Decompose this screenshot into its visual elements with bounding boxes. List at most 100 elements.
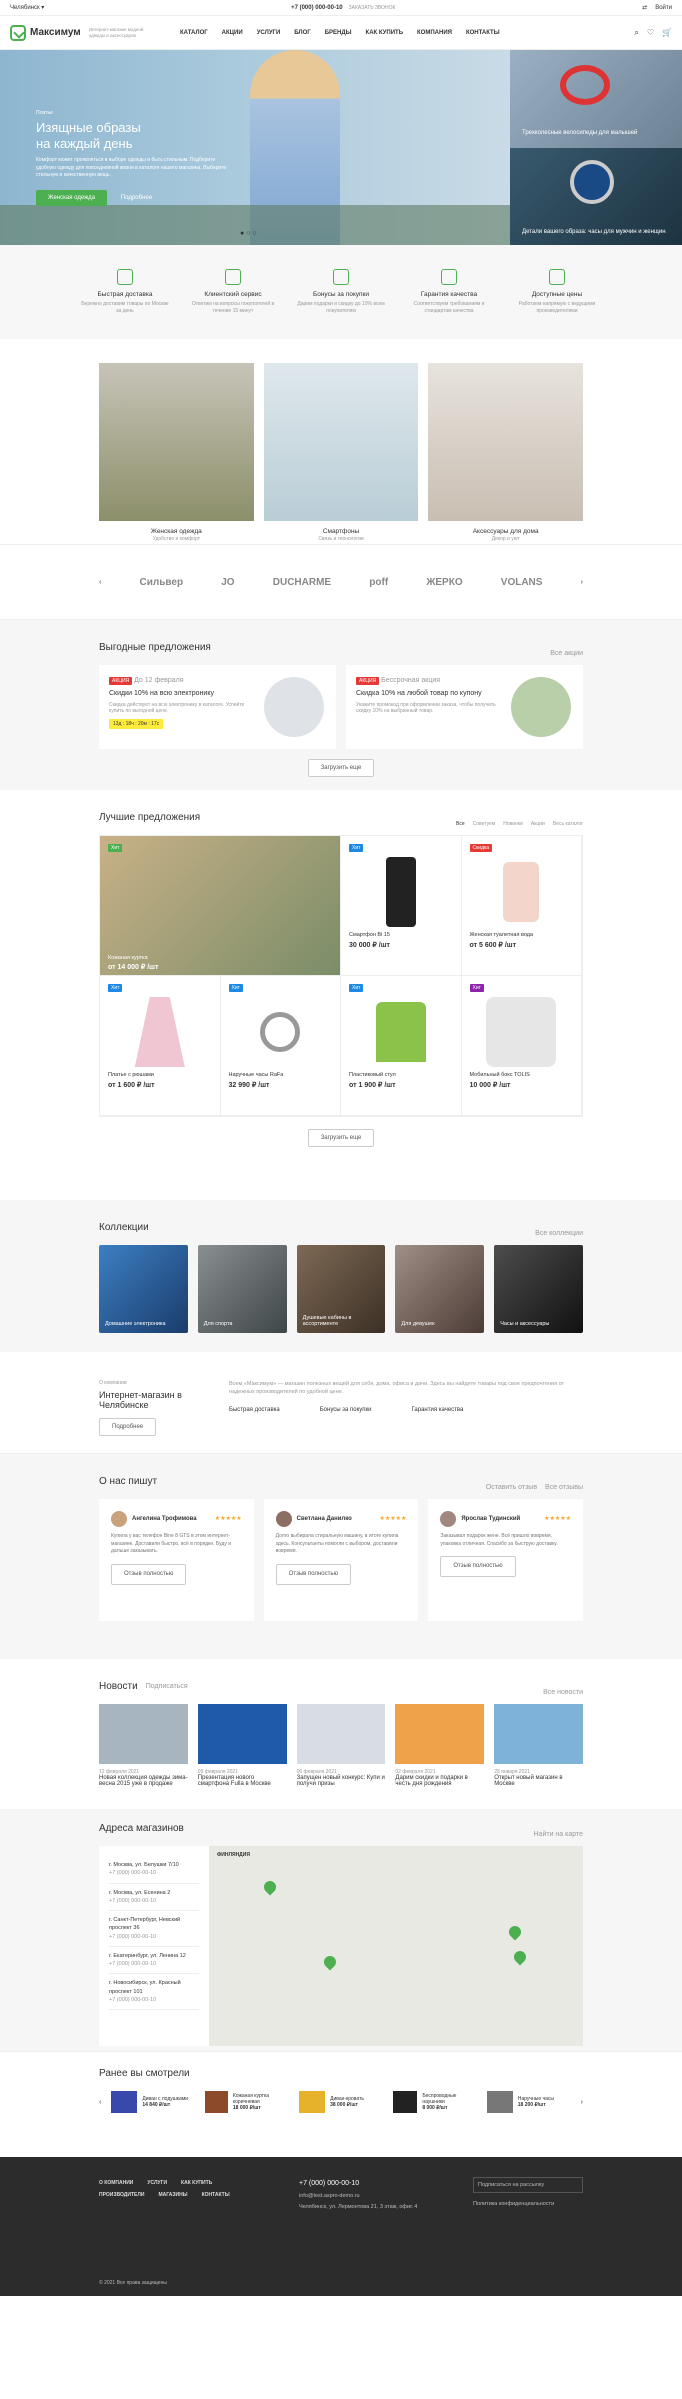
reviews-all-link[interactable]: Все отзывы xyxy=(545,1484,583,1491)
nav-company[interactable]: Компания xyxy=(417,30,452,36)
search-icon[interactable]: ⌕ xyxy=(634,28,638,38)
brand-logo[interactable]: JO xyxy=(221,577,234,588)
product-card[interactable]: Скидка Женская туалетная вода от 5 600 ₽ /… xyxy=(461,836,582,976)
add-review-link[interactable]: Оставить отзыв xyxy=(486,1484,537,1491)
store-item[interactable]: г. Москва, ул. Белушки 7/10 +7 (000) 000-… xyxy=(109,1856,199,1884)
next-arrow-icon[interactable]: › xyxy=(581,2099,583,2106)
footer-link[interactable]: Магазины xyxy=(158,2192,187,2198)
category-tile[interactable]: Смартфоны Связь и технологии xyxy=(263,363,419,542)
store-item[interactable]: г. Екатеринбург, ул. Ленина 12 +7 (000) 0… xyxy=(109,1947,199,1975)
about-more-button[interactable]: Подробнее xyxy=(99,1418,157,1436)
recent-item[interactable]: Кожаная куртка коричневая 18 000 ₽/шт xyxy=(205,2091,289,2113)
brand-logo[interactable]: poff xyxy=(369,577,388,588)
review-more-button[interactable]: Отзыв полностью xyxy=(275,1563,351,1585)
product-card[interactable]: Хит Наручные часы RaFa 32 990 ₽ /шт xyxy=(220,976,341,1116)
footer-link[interactable]: Производители xyxy=(99,2192,144,2198)
news-card[interactable]: 09 февраля 2021 Презентация нового смартф… xyxy=(197,1704,287,1787)
offer-card[interactable]: АКЦИЯ До 12 февраля Скидки 10% на всю эл… xyxy=(99,665,336,749)
footer-link[interactable]: О компании xyxy=(99,2180,133,2186)
policy-link[interactable]: Политика конфиденциальности xyxy=(473,2201,583,2207)
prev-arrow-icon[interactable]: ‹ xyxy=(99,2099,101,2106)
nav-sales[interactable]: Акции xyxy=(222,30,243,36)
tab-all[interactable]: Все xyxy=(456,821,465,827)
footer-link[interactable]: Услуги xyxy=(147,2180,167,2186)
offer-card[interactable]: АКЦИЯ Бессрочная акция Скидка 10% на люб… xyxy=(346,665,583,749)
product-card[interactable]: Хит Платье с рюшами от 1 600 ₽ /шт xyxy=(100,976,221,1116)
news-subscribe-link[interactable]: Подписаться xyxy=(146,1683,188,1690)
recent-item[interactable]: Беспроводные наушники 8 000 ₽/шт xyxy=(392,2091,477,2113)
prev-arrow-icon[interactable]: ‹ xyxy=(99,579,101,586)
subscribe-input[interactable]: Подписаться на рассылку xyxy=(473,2177,583,2193)
store-item[interactable]: г. Санкт-Петербург, Невский проспект 36 +… xyxy=(109,1911,199,1947)
store-item[interactable]: г. Москва, ул. Есенина 2 +7 (000) 000-00-… xyxy=(109,1884,199,1911)
logo[interactable]: Максимум Интернет-магазин модной одежды … xyxy=(10,24,180,41)
hero-primary-button[interactable]: Женская одежда xyxy=(36,189,107,206)
collection-tile[interactable]: Домашние электроника xyxy=(99,1245,188,1333)
favorites-icon[interactable]: ♡ xyxy=(647,28,654,37)
footer-phone[interactable]: +7 (000) 000-00-10 xyxy=(299,2177,449,2191)
city-selector[interactable]: Челябинск ▾ xyxy=(10,4,44,12)
tab-new[interactable]: Новинки xyxy=(503,821,523,827)
map-pin-icon[interactable] xyxy=(261,1878,279,1896)
review-more-button[interactable]: Отзыв полностью xyxy=(111,1563,187,1585)
collection-tile[interactable]: Для спорта xyxy=(197,1245,287,1333)
category-tile[interactable]: Аксессуары для дома Декор и уют xyxy=(428,363,584,542)
map-view[interactable]: ФИНЛЯНДИЯ xyxy=(209,1846,583,2046)
review-more-button[interactable]: Отзыв полностью xyxy=(440,1556,516,1577)
offers-all-link[interactable]: Все акции xyxy=(550,650,583,657)
header: Максимум Интернет-магазин модной одежды … xyxy=(0,16,682,50)
nav-brands[interactable]: Бренды xyxy=(325,30,352,36)
news-card[interactable]: 02 февраля 2021 Дарим скидки и подарки в … xyxy=(395,1704,485,1787)
side-banner-bike[interactable]: Трехколесные велосипеды для малышей xyxy=(510,50,682,148)
product-card[interactable]: Хит Пластиковый стул от 1 900 ₽ /шт xyxy=(341,976,462,1116)
nav-blog[interactable]: Блог xyxy=(294,30,310,36)
footer-link[interactable]: Как купить xyxy=(181,2180,212,2186)
recent-item[interactable]: Диван с подушками 14 840 ₽/шт xyxy=(111,2091,195,2113)
recent-item[interactable]: Диван-кровать 38 000 ₽/шт xyxy=(299,2091,383,2113)
nav-how-to-buy[interactable]: Как купить xyxy=(366,30,403,36)
map-pin-icon[interactable] xyxy=(321,1953,339,1971)
best-load-more-button[interactable]: Загрузить еще xyxy=(307,1129,375,1147)
tab-sale[interactable]: Акции xyxy=(531,821,545,827)
side-banner-watch[interactable]: Детали вашего образа: часы для мужчин и … xyxy=(510,147,682,245)
store-item[interactable]: г. Новосибирск, ул. Красный проспект 101… xyxy=(109,1974,199,2010)
product-card[interactable]: Хит Мобильный бокс TOLIS 10 000 ₽ /шт xyxy=(461,976,582,1116)
hero-main-slide[interactable]: Платье Изящные образы на каждый день Ком… xyxy=(0,50,510,245)
slider-dots[interactable]: ● ○ ○ xyxy=(240,230,257,237)
tab-recommended[interactable]: Советуем xyxy=(473,821,496,827)
collection-tile[interactable]: Для девушек xyxy=(395,1245,485,1333)
brand-logo[interactable]: Сильвер xyxy=(140,577,184,588)
nav-services[interactable]: Услуги xyxy=(257,30,281,36)
category-tile[interactable]: Женская одежда Удобство и комфорт xyxy=(99,363,254,542)
news-all-link[interactable]: Все новости xyxy=(543,1689,583,1696)
brand-logo[interactable]: ЖЕРКО xyxy=(426,577,462,588)
footer-link[interactable]: Контакты xyxy=(202,2192,230,2198)
compare-icon[interactable]: ⇄ xyxy=(642,4,647,11)
map-pin-icon[interactable] xyxy=(506,1923,524,1941)
top-phone[interactable]: +7 (000) 000-00-10 xyxy=(291,5,343,11)
map-all-link[interactable]: Найти на карте xyxy=(534,1831,584,1838)
news-card[interactable]: 12 февраля 2021 Новая коллекция одежды зи… xyxy=(99,1704,188,1787)
cart-icon[interactable]: 🛒 xyxy=(662,28,672,37)
brand-logo[interactable]: VOLANS xyxy=(501,577,543,588)
collections-all-link[interactable]: Все коллекции xyxy=(535,1230,583,1237)
news-card[interactable]: 28 января 2021 Открыт новый магазин в Мос… xyxy=(494,1704,583,1787)
login-link[interactable]: Войти xyxy=(655,5,672,11)
map-pin-icon[interactable] xyxy=(511,1948,529,1966)
brand-logo[interactable]: DUCHARME xyxy=(273,577,331,588)
footer-email[interactable]: info@test.aspro-demo.ru xyxy=(299,2191,449,2202)
collection-tile[interactable]: Часы и аксессуары xyxy=(494,1245,583,1333)
next-arrow-icon[interactable]: › xyxy=(581,579,583,586)
collection-tile[interactable]: Душевые кабины в ассортименте xyxy=(296,1245,386,1333)
best-all-link[interactable]: Весь каталог xyxy=(553,821,583,827)
product-card[interactable]: Хит Смартфон Bi 15 30 000 ₽ /шт xyxy=(341,836,462,976)
nav-catalog[interactable]: Каталог xyxy=(180,30,208,36)
callback-link[interactable]: ЗАКАЗАТЬ ЗВОНОК xyxy=(349,5,396,11)
product-card-featured[interactable]: Хит Кожаная куртка от 14 000 ₽ /шт xyxy=(100,836,341,976)
map-label: ФИНЛЯНДИЯ xyxy=(217,1852,250,1858)
offers-load-more-button[interactable]: Загрузить еще xyxy=(307,759,375,777)
hero-secondary-button[interactable]: Подробнее xyxy=(109,190,164,206)
news-card[interactable]: 06 февраля 2021 Запущен новый конкурс: Ку… xyxy=(296,1704,386,1787)
nav-contacts[interactable]: Контакты xyxy=(466,30,500,36)
recent-item[interactable]: Наручные часы 18 200 ₽/шт xyxy=(486,2091,571,2113)
